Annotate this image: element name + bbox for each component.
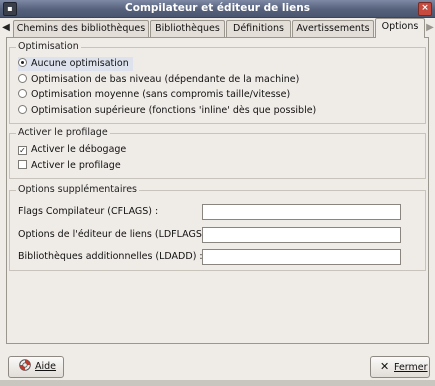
close-x-icon: ✕ (380, 360, 390, 373)
cflags-label: Flags Compilateur (CFLAGS) : (18, 206, 159, 217)
checkbox-checked-icon: ✓ (18, 146, 27, 155)
radio-superieure[interactable]: Optimisation supérieure (fonctions 'inli… (18, 104, 316, 118)
window-title: Compilateur et éditeur de liens (125, 2, 310, 14)
window-bottom-edge (0, 380, 435, 386)
ldflags-input[interactable] (202, 227, 401, 243)
optimisation-group: Optimisation Aucune optimisation Optimis… (9, 41, 426, 124)
radio-empty-icon (18, 105, 27, 114)
radio-selected-icon (18, 58, 27, 67)
checkbox-profilage[interactable]: Activer le profilage (18, 159, 121, 173)
tab-bibliotheques[interactable]: Bibliothèques (150, 20, 225, 37)
tab-definitions[interactable]: Définitions (226, 20, 291, 37)
close-button[interactable]: ✕ Fermer (370, 356, 430, 378)
help-button[interactable]: Aide (8, 356, 64, 378)
radio-bas-niveau[interactable]: Optimisation de bas niveau (dépendante d… (18, 73, 299, 87)
checkbox-empty-icon (18, 160, 27, 169)
optimisation-title: Optimisation (16, 41, 81, 52)
window-close-icon[interactable]: × (418, 2, 432, 16)
options-supplementaires-group: Options supplémentaires Flags Compilateu… (9, 184, 426, 271)
ldflags-label: Options de l'éditeur de liens (LDFLAGS) … (18, 229, 212, 240)
tab-avertissements[interactable]: Avertissements (292, 20, 374, 37)
tab-options[interactable]: Options (375, 18, 425, 38)
radio-empty-icon (18, 89, 27, 98)
profilage-title: Activer le profilage (16, 127, 110, 138)
cflags-input[interactable] (202, 204, 401, 220)
checkbox-debogage[interactable]: ✓ Activer le débogage (18, 143, 126, 157)
window-title-bar[interactable]: ▪ Compilateur et éditeur de liens × (0, 0, 435, 18)
options-page: Optimisation Aucune optimisation Optimis… (6, 37, 429, 344)
help-label: Aide (35, 361, 57, 372)
tab-scroll-left-icon[interactable]: ◀ (1, 21, 11, 35)
help-lifebuoy-icon (19, 359, 31, 371)
tab-bar: ◀ Chemins des bibliothèques Bibliothèque… (0, 17, 435, 38)
radio-aucune-optimisation[interactable]: Aucune optimisation (18, 57, 133, 71)
radio-empty-icon (18, 74, 27, 83)
ldadd-label: Bibliothèques additionnelles (LDADD) : (18, 251, 203, 262)
close-label: Fermer (394, 362, 428, 373)
tab-chemins-bibliotheques[interactable]: Chemins des bibliothèques (13, 20, 149, 37)
ldadd-input[interactable] (202, 249, 401, 265)
radio-moyenne[interactable]: Optimisation moyenne (sans compromis tai… (18, 88, 290, 102)
profilage-group: Activer le profilage ✓ Activer le débogag… (9, 127, 426, 179)
options-supplementaires-title: Options supplémentaires (16, 184, 139, 195)
tab-scroll-right-icon[interactable]: ▶ (425, 21, 435, 35)
